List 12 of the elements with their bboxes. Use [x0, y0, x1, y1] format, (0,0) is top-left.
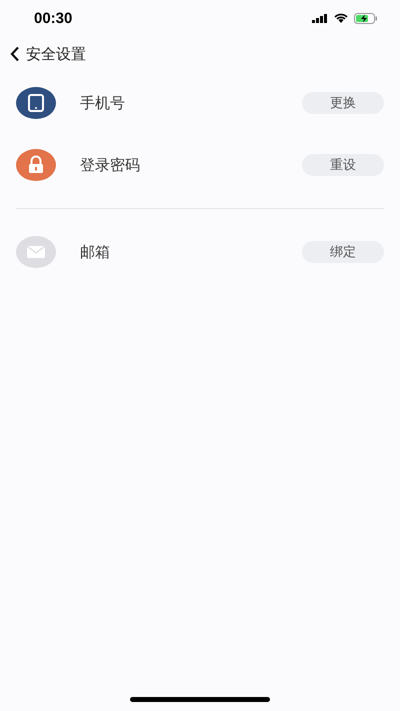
- wifi-icon: [334, 13, 348, 23]
- signal-icon: [312, 14, 328, 22]
- page-title: 安全设置: [26, 44, 86, 64]
- battery-icon: [354, 12, 378, 24]
- action-button[interactable]: 更换: [302, 92, 384, 114]
- row-label: 登录密码: [80, 156, 141, 174]
- row-label: 手机号: [80, 94, 126, 112]
- status-time: 00:30: [34, 10, 72, 26]
- row-label: 邮箱: [80, 242, 111, 262]
- back-icon[interactable]: [10, 46, 20, 62]
- action-button[interactable]: 重设: [302, 154, 384, 176]
- action-button[interactable]: 绑定: [302, 241, 384, 263]
